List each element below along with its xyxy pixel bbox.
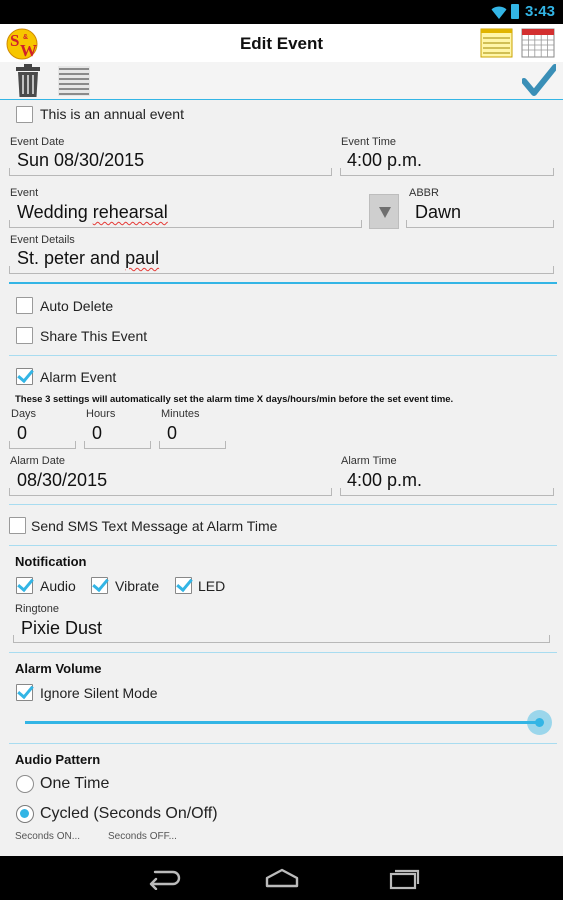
sms-label: Send SMS Text Message at Alarm Time [31, 518, 278, 534]
alarm-event-label: Alarm Event [40, 369, 117, 385]
minutes-label: Minutes [161, 408, 200, 420]
abbr-underline [406, 220, 554, 228]
action-toolbar [0, 62, 563, 100]
cycled-label: Cycled (Seconds On/Off) [40, 805, 218, 822]
seconds-off-label: Seconds OFF... [108, 831, 177, 842]
hours-underline [84, 441, 151, 449]
alarm-event-checkbox[interactable] [16, 368, 33, 385]
sms-checkbox[interactable] [9, 517, 26, 534]
vibrate-label: Vibrate [115, 578, 160, 594]
event-date-underline [9, 168, 332, 176]
home-icon[interactable] [264, 866, 300, 890]
alarm-volume-title: Alarm Volume [15, 661, 102, 676]
ignore-silent-label: Ignore Silent Mode [40, 685, 158, 701]
recent-apps-icon[interactable] [384, 866, 420, 890]
divider [9, 504, 557, 505]
list-icon[interactable] [58, 66, 90, 96]
audio-label: Audio [40, 578, 76, 594]
alarm-volume-slider-thumb[interactable] [527, 710, 552, 735]
auto-delete-label: Auto Delete [40, 298, 114, 314]
alarm-date-underline [9, 488, 332, 496]
abbr-label: ABBR [409, 187, 439, 199]
divider [9, 652, 557, 653]
event-label: Event [10, 187, 39, 199]
audio-checkbox[interactable] [16, 577, 33, 594]
divider [9, 545, 557, 546]
annual-checkbox[interactable] [16, 106, 33, 123]
page-title: Edit Event [239, 34, 324, 53]
event-time-underline [340, 168, 554, 176]
vibrate-checkbox[interactable] [91, 577, 108, 594]
status-bar: 3:43 [0, 0, 563, 24]
seconds-on-label: Seconds ON... [15, 831, 81, 842]
event-name-underline [9, 220, 362, 228]
notes-icon[interactable] [480, 27, 513, 58]
share-label: Share This Event [40, 328, 148, 344]
alarm-date-label: Alarm Date [10, 455, 66, 467]
dropdown-arrow-icon [379, 207, 391, 218]
details-underline [9, 266, 554, 274]
system-nav-bar [0, 856, 563, 900]
event-time-label: Event Time [341, 136, 397, 148]
audio-pattern-title: Audio Pattern [15, 752, 101, 767]
alarm-time-label: Alarm Time [341, 455, 397, 467]
divider [9, 743, 557, 744]
share-checkbox[interactable] [16, 327, 33, 344]
led-checkbox[interactable] [175, 577, 192, 594]
trash-icon[interactable] [14, 64, 42, 98]
minutes-underline [159, 441, 226, 449]
wifi-icon [491, 6, 507, 19]
ignore-silent-checkbox[interactable] [16, 684, 33, 701]
led-label: LED [198, 578, 226, 594]
edit-event-form: This is an annual event Event Date Sun 0… [0, 100, 563, 856]
save-check-icon[interactable] [522, 64, 556, 96]
divider [9, 355, 557, 356]
alarm-time-underline [340, 488, 554, 496]
ringtone-underline [13, 635, 550, 643]
hours-label: Hours [86, 408, 116, 420]
days-label: Days [11, 408, 37, 420]
status-clock: 3:43 [524, 3, 555, 20]
battery-icon [511, 4, 519, 19]
ringtone-label: Ringtone [15, 603, 60, 615]
days-underline [9, 441, 76, 449]
annual-label: This is an annual event [40, 106, 184, 122]
calendar-icon[interactable] [521, 27, 555, 58]
alarm-volume-slider[interactable] [25, 721, 540, 724]
back-icon[interactable] [145, 866, 181, 890]
abbr-dropdown-button[interactable] [369, 194, 399, 229]
details-label: Event Details [10, 234, 75, 246]
notification-title: Notification [15, 554, 87, 569]
one-time-label: One Time [40, 775, 110, 792]
cycled-radio[interactable] [16, 805, 34, 823]
alarm-note: These 3 settings will automatically set … [15, 394, 454, 405]
auto-delete-checkbox[interactable] [16, 297, 33, 314]
title-bar: S W & Edit Event [0, 24, 563, 62]
event-date-label: Event Date [10, 136, 65, 148]
one-time-radio[interactable] [16, 775, 34, 793]
divider [9, 282, 557, 284]
